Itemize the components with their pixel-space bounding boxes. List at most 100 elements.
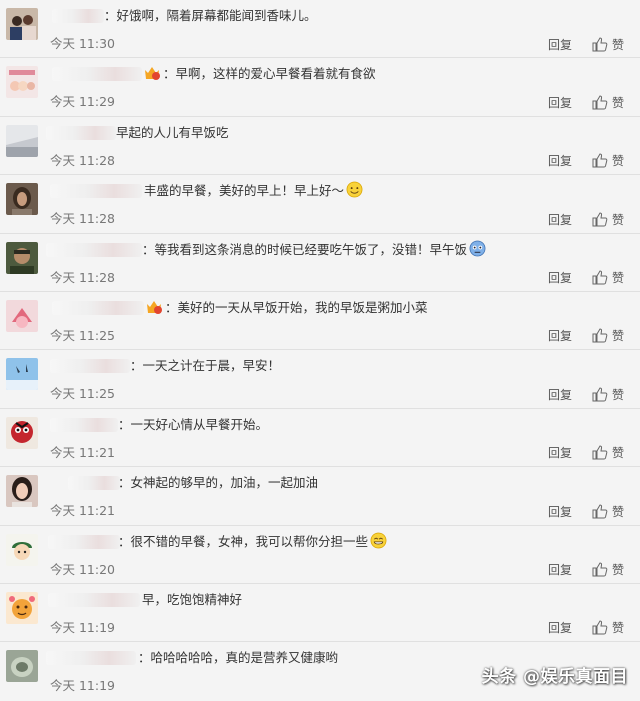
reply-button[interactable]: 回复 bbox=[548, 327, 572, 344]
comment-time: 今天 11:28 bbox=[50, 269, 115, 285]
comment-item: ：女神起的够早的，加油，一起加油 今天 11:21 回复 赞 bbox=[0, 467, 640, 526]
comment-text: ：哈哈哈哈哈，真的是营养又健康哟 bbox=[138, 650, 339, 666]
comment-time: 今天 11:28 bbox=[50, 211, 115, 227]
username-mask bbox=[46, 651, 136, 666]
like-label: 赞 bbox=[611, 95, 624, 110]
like-button[interactable]: 赞 bbox=[592, 269, 624, 286]
comment-actions: 回复 赞 bbox=[548, 502, 624, 520]
comment-text: ：等我看到这条消息的时候已经要吃午饭了，没错！早午饭 bbox=[142, 240, 486, 260]
comment-time: 今天 11:21 bbox=[50, 444, 115, 460]
like-button[interactable]: 赞 bbox=[592, 444, 624, 461]
reply-button[interactable]: 回复 bbox=[548, 36, 572, 53]
watermark: 头条 @娱乐真面目 bbox=[481, 667, 628, 687]
comment-item: ：很不错的早餐，女神，我可以帮你分担一些 今天 11:20 回复 赞 bbox=[0, 526, 640, 584]
user-avatar[interactable] bbox=[6, 416, 38, 449]
thumbs-up-icon bbox=[592, 212, 608, 227]
like-label: 赞 bbox=[611, 37, 624, 52]
user-avatar[interactable] bbox=[6, 124, 38, 157]
reply-button[interactable]: 回复 bbox=[548, 211, 572, 228]
user-avatar[interactable] bbox=[6, 66, 38, 99]
like-label: 赞 bbox=[611, 271, 624, 286]
reply-button[interactable]: 回复 bbox=[548, 152, 572, 169]
thumbs-up-icon bbox=[592, 387, 608, 402]
like-button[interactable]: 赞 bbox=[592, 619, 624, 636]
username-mask bbox=[50, 417, 118, 432]
user-avatar[interactable] bbox=[6, 299, 38, 332]
comment-text: ：一天好心情从早餐开始。 bbox=[118, 416, 269, 432]
username-mask bbox=[52, 9, 104, 23]
like-label: 赞 bbox=[611, 329, 624, 344]
thumbs-up-icon bbox=[592, 620, 608, 635]
reply-button[interactable]: 回复 bbox=[548, 386, 572, 403]
comment-text: ：好饿啊，隔着屏幕都能闻到香味儿。 bbox=[104, 8, 317, 23]
like-button[interactable]: 赞 bbox=[592, 211, 624, 228]
comment-actions: 回复 赞 bbox=[548, 619, 624, 637]
username-mask bbox=[48, 534, 120, 549]
thumbs-up-icon bbox=[592, 504, 608, 519]
like-button[interactable]: 赞 bbox=[592, 327, 624, 344]
like-button[interactable]: 赞 bbox=[592, 36, 624, 53]
comment-text: ：女神起的够早的，加油，一起加油 bbox=[118, 475, 319, 491]
thumbs-up-icon bbox=[592, 36, 608, 51]
comment-text: 早起的人儿有早饭吃 bbox=[116, 124, 229, 140]
username-mask bbox=[46, 242, 142, 257]
reply-button[interactable]: 回复 bbox=[548, 94, 572, 111]
username-mask bbox=[50, 184, 142, 199]
comment-actions: 回复 赞 bbox=[548, 327, 624, 345]
user-avatar[interactable] bbox=[6, 591, 38, 624]
comment-text: ：一天之计在于晨，早安！ bbox=[130, 358, 281, 374]
comment-actions: 回复 赞 bbox=[548, 269, 624, 287]
username-mask bbox=[50, 359, 130, 374]
reply-button[interactable]: 回复 bbox=[548, 619, 572, 636]
like-button[interactable]: 赞 bbox=[592, 386, 624, 403]
comment-time: 今天 11:20 bbox=[50, 561, 115, 577]
comment-text-content: ：很不错的早餐，女神，我可以帮你分担一些 bbox=[118, 533, 369, 549]
reply-button[interactable]: 回复 bbox=[548, 269, 572, 286]
like-label: 赞 bbox=[611, 446, 624, 461]
comment-actions: 回复 赞 bbox=[548, 210, 624, 228]
comment-time: 今天 11:30 bbox=[50, 36, 115, 51]
user-avatar[interactable] bbox=[6, 183, 38, 216]
grin-emoji-icon bbox=[370, 532, 387, 548]
comment-actions: 回复 赞 bbox=[548, 35, 624, 53]
comment-item: ：一天好心情从早餐开始。 今天 11:21 回复 赞 bbox=[0, 409, 640, 468]
thumbs-up-icon bbox=[592, 153, 608, 168]
user-avatar[interactable] bbox=[6, 475, 38, 508]
comment-actions: 回复 赞 bbox=[548, 152, 624, 170]
like-label: 赞 bbox=[611, 154, 624, 169]
comment-text: ：很不错的早餐，女神，我可以帮你分担一些 bbox=[118, 532, 387, 552]
comment-text: 丰盛的早餐，美好的早上！早上好～ bbox=[144, 181, 363, 201]
comment-time: 今天 11:29 bbox=[50, 94, 115, 110]
comment-item: 早，吃饱饱精神好 今天 11:19 回复 赞 bbox=[0, 584, 640, 643]
user-avatar[interactable] bbox=[6, 358, 38, 391]
reply-button[interactable]: 回复 bbox=[548, 561, 572, 578]
comment-actions: 回复 赞 bbox=[548, 444, 624, 462]
comment-time: 今天 11:28 bbox=[50, 152, 115, 168]
comment-time: 今天 11:25 bbox=[50, 386, 115, 402]
comment-item: ：美好的一天从早饭开始，我的早饭是粥加小菜 今天 11:25 回复 赞 bbox=[0, 292, 640, 351]
comment-text-content: ：等我看到这条消息的时候已经要吃午饭了，没错！早午饭 bbox=[142, 241, 468, 257]
comment-actions: 回复 赞 bbox=[548, 561, 624, 579]
like-button[interactable]: 赞 bbox=[592, 152, 624, 169]
like-button[interactable]: 赞 bbox=[592, 503, 624, 520]
user-avatar[interactable] bbox=[6, 8, 38, 40]
thumbs-up-icon bbox=[592, 328, 608, 343]
vip-badge-icon bbox=[145, 67, 160, 81]
comment-item: ：早啊，这样的爱心早餐看着就有食欲 今天 11:29 回复 赞 bbox=[0, 58, 640, 117]
thumbs-up-icon bbox=[592, 95, 608, 110]
comment-text-content: ：美好的一天从早饭开始，我的早饭是粥加小菜 bbox=[165, 299, 428, 315]
reply-button[interactable]: 回复 bbox=[548, 503, 572, 520]
reply-button[interactable]: 回复 bbox=[548, 444, 572, 461]
user-avatar[interactable] bbox=[6, 650, 38, 683]
user-avatar[interactable] bbox=[6, 241, 38, 274]
like-label: 赞 bbox=[611, 212, 624, 227]
comment-time: 今天 11:25 bbox=[50, 327, 115, 343]
comment-actions: 回复 赞 bbox=[548, 385, 624, 403]
user-avatar[interactable] bbox=[6, 533, 38, 566]
crying-emoji-icon bbox=[469, 240, 486, 256]
like-button[interactable]: 赞 bbox=[592, 561, 624, 578]
comment-time: 今天 11:21 bbox=[50, 503, 115, 519]
like-label: 赞 bbox=[611, 387, 624, 402]
like-button[interactable]: 赞 bbox=[592, 94, 624, 111]
comment-text: ：早啊，这样的爱心早餐看着就有食欲 bbox=[144, 64, 376, 84]
